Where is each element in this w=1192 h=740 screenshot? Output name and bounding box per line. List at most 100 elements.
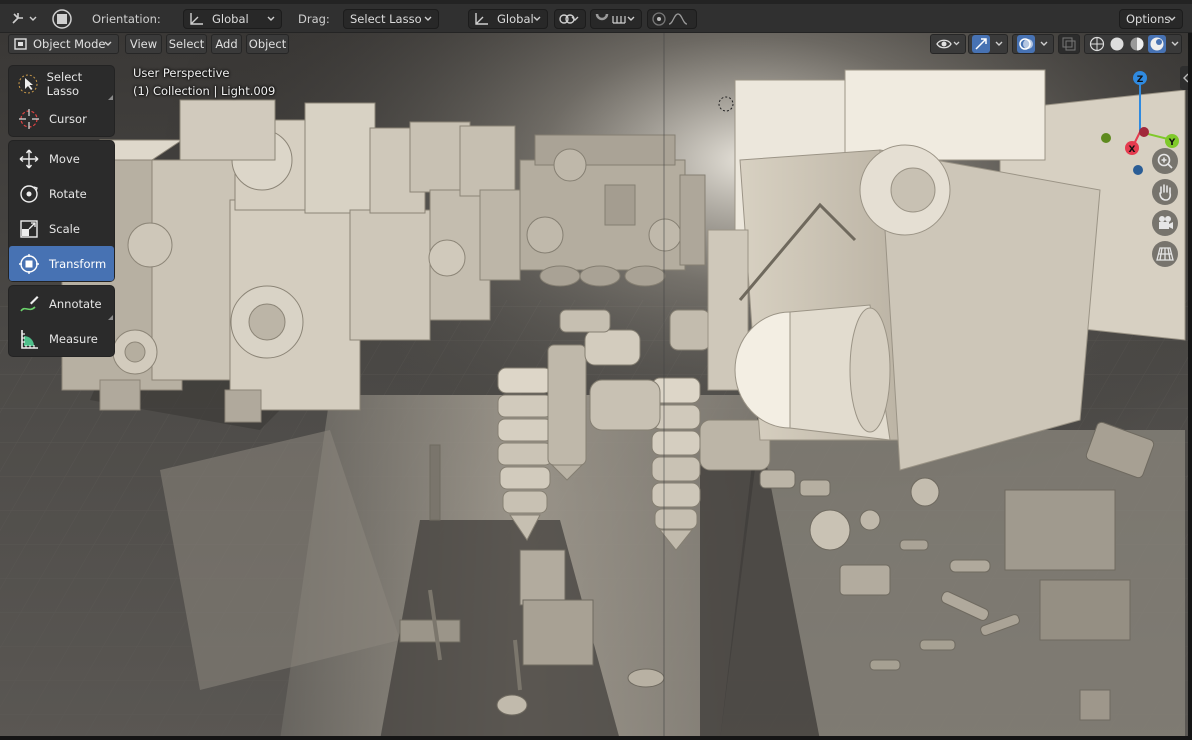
object-mode-icon — [14, 38, 27, 50]
chevron-down-icon — [1040, 41, 1048, 46]
zoom-icon — [1157, 153, 1173, 169]
tool-select-lasso[interactable]: Select Lasso — [9, 66, 114, 101]
neg-x-axis-handle[interactable] — [1139, 127, 1149, 137]
bottom-border — [0, 736, 1192, 740]
mode-label: Object Mode — [33, 37, 106, 51]
scene-render — [0, 33, 1192, 740]
overlays-icon — [1019, 38, 1033, 50]
gizmo-x-label: X — [1129, 145, 1136, 155]
top-header: Orientation: Global Drag: Select Lasso G… — [0, 0, 1192, 33]
proportional-edit-toggle[interactable] — [647, 9, 697, 29]
tool-scale[interactable]: Scale — [9, 211, 114, 246]
chevron-down-icon — [424, 16, 432, 21]
tool-label: Transform — [49, 256, 107, 271]
snap-link-dropdown[interactable] — [554, 9, 586, 29]
add-menu[interactable]: Add — [211, 34, 242, 54]
overlays-toggle-active — [1017, 35, 1035, 53]
measure-icon — [9, 328, 49, 350]
object-menu[interactable]: Object — [246, 34, 289, 54]
3d-viewport[interactable]: User Perspective (1) Collection | Light.… — [0, 33, 1192, 740]
object-menu-label: Object — [248, 37, 287, 51]
drag-value: Select Lasso — [350, 12, 422, 26]
overlays-toggle[interactable] — [1012, 34, 1054, 54]
chevron-down-icon — [995, 41, 1003, 46]
camera-view-button[interactable] — [1152, 210, 1178, 236]
orientation-dropdown[interactable]: Global — [183, 9, 282, 29]
drag-dropdown[interactable]: Select Lasso — [343, 9, 439, 29]
chevron-down-icon — [1168, 16, 1176, 21]
tool-label: Move — [49, 151, 80, 166]
gizmo-z-label: Z — [1137, 75, 1144, 85]
toolbar-group-annotate: Annotate Measure — [8, 285, 115, 357]
tool-measure[interactable]: Measure — [9, 321, 114, 356]
scale-icon — [9, 218, 49, 240]
editor-type-button[interactable] — [8, 9, 40, 29]
snap-increment-icon — [612, 16, 626, 24]
chevron-down-icon — [267, 16, 275, 21]
gizmo-toggle-active — [972, 35, 990, 53]
xray-toggle[interactable] — [1058, 34, 1080, 54]
chevron-down-icon — [571, 16, 579, 21]
zoom-button[interactable] — [1152, 148, 1178, 174]
toolbar-group-select: Select Lasso Cursor — [8, 65, 115, 137]
hand-pan-icon — [1159, 184, 1172, 201]
view-name-label: User Perspective — [133, 66, 230, 80]
rendered-shading-icon — [1150, 37, 1164, 51]
xray-icon — [1062, 37, 1076, 51]
chevron-down-icon — [104, 41, 112, 46]
pan-button[interactable] — [1152, 179, 1178, 205]
tool-rotate[interactable]: Rotate — [9, 176, 114, 211]
workspace-tab-strip — [0, 0, 1192, 4]
tool-transform[interactable]: Transform — [9, 246, 114, 281]
rendered-shading-active[interactable] — [1148, 35, 1166, 53]
rotate-icon — [9, 183, 49, 205]
transform-orientation-value: Global — [497, 12, 534, 26]
wireframe-shading-icon[interactable] — [1089, 36, 1105, 52]
chevron-down-icon — [533, 16, 541, 21]
material-shading-icon[interactable] — [1129, 36, 1145, 52]
neg-z-axis-handle[interactable] — [1133, 165, 1143, 175]
tool-annotate[interactable]: Annotate — [9, 286, 114, 321]
pivot-icon — [52, 9, 72, 29]
tool-label: Scale — [49, 221, 80, 236]
transform-icon — [9, 253, 49, 275]
axis-icon — [475, 13, 488, 25]
gizmo-y-label: Y — [1168, 138, 1176, 148]
annotate-icon — [9, 293, 49, 315]
select-menu-label: Select — [168, 37, 205, 51]
grid-view-icon — [1156, 247, 1174, 261]
right-border — [1188, 33, 1192, 740]
orientation-value: Global — [212, 12, 249, 26]
camera-icon — [1159, 216, 1173, 229]
gizmo-icon — [975, 38, 987, 50]
neg-y-axis-handle[interactable] — [1101, 133, 1111, 143]
tool-move[interactable]: Move — [9, 141, 114, 176]
collection-info-label: (1) Collection | Light.009 — [133, 84, 276, 98]
select-menu[interactable]: Select — [166, 34, 207, 54]
options-dropdown[interactable]: Options — [1119, 9, 1183, 29]
pivot-point-button[interactable] — [50, 9, 74, 29]
tool-label: Rotate — [49, 186, 87, 201]
solid-shading-icon[interactable] — [1109, 36, 1125, 52]
toolbar-group-transform: Move Rotate Scale Transform — [8, 140, 115, 282]
shading-modes[interactable] — [1084, 34, 1182, 54]
add-menu-label: Add — [215, 37, 238, 51]
tool-cursor[interactable]: Cursor — [9, 101, 114, 136]
chevron-down-icon — [627, 16, 635, 21]
options-label: Options — [1126, 12, 1171, 26]
drag-label: Drag: — [298, 12, 330, 26]
chevron-down-icon — [1171, 41, 1179, 46]
perspective-toggle-button[interactable] — [1152, 241, 1178, 267]
cursor-icon — [9, 108, 49, 130]
transform-orientation-dropdown[interactable]: Global — [468, 9, 548, 29]
gizmo-toggle[interactable] — [968, 34, 1008, 54]
eye-icon — [936, 39, 960, 49]
editor-type-icon — [12, 13, 37, 24]
view-menu-label: View — [129, 37, 158, 51]
magnet-icon — [595, 13, 609, 21]
snap-toggle[interactable] — [590, 9, 642, 29]
visibility-dropdown[interactable] — [930, 34, 966, 54]
mode-dropdown[interactable]: Object Mode — [8, 34, 119, 54]
orientation-axis-icon — [190, 13, 203, 25]
view-menu[interactable]: View — [125, 34, 162, 54]
